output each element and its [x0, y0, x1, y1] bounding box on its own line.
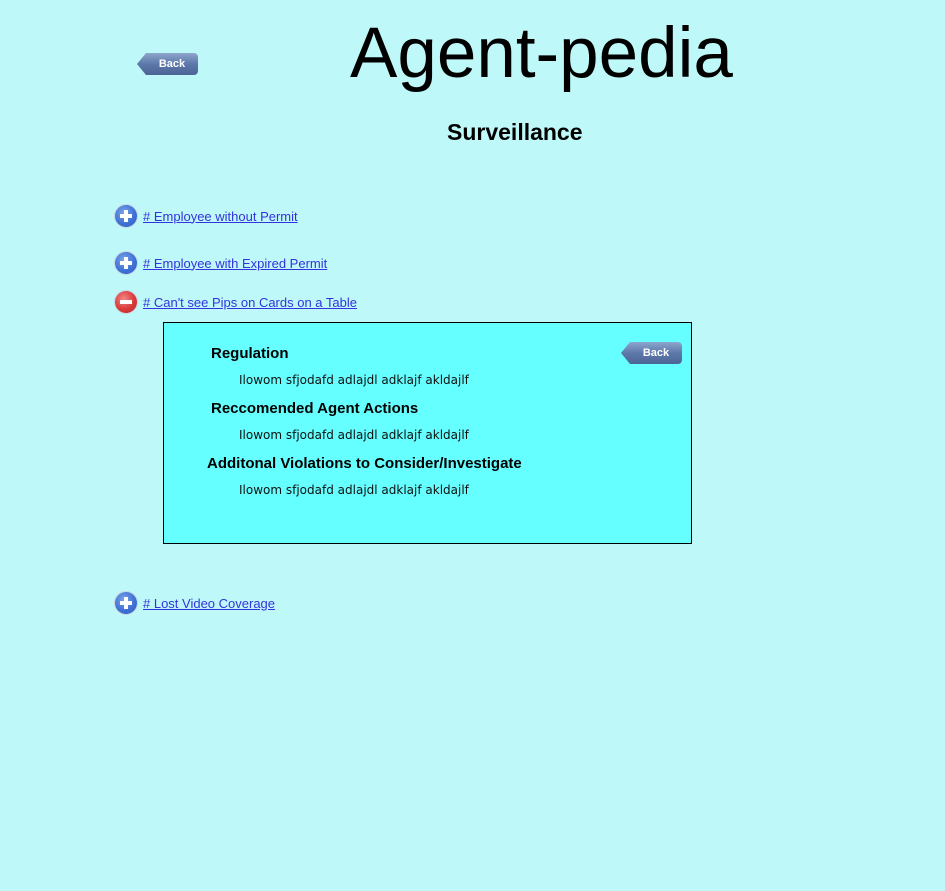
section-body-regulation: Ilowom sfjodafd adlajdl adklajf akldajlf: [239, 373, 469, 387]
topic-link[interactable]: # Employee with Expired Permit: [143, 256, 327, 271]
page-subtitle: Surveillance: [447, 119, 583, 145]
expand-plus-icon[interactable]: [115, 205, 137, 227]
site-title: Agent-pedia: [350, 14, 733, 93]
expand-plus-icon[interactable]: [115, 252, 137, 274]
topic-employee-without-permit[interactable]: # Employee without Permit: [115, 205, 298, 227]
topic-cant-see-pips[interactable]: # Can't see Pips on Cards on a Table: [115, 291, 357, 313]
section-heading-regulation: Regulation: [211, 345, 289, 362]
back-button[interactable]: Back: [137, 53, 198, 75]
topic-employee-expired-permit[interactable]: # Employee with Expired Permit: [115, 252, 327, 274]
topic-link[interactable]: # Lost Video Coverage: [143, 596, 275, 611]
section-heading-agent-actions: Reccomended Agent Actions: [211, 400, 419, 417]
topic-link[interactable]: # Employee without Permit: [143, 209, 298, 224]
panel-back-button[interactable]: Back: [621, 342, 682, 364]
topic-detail-panel: Back Regulation Ilowom sfjodafd adlajdl …: [163, 322, 692, 544]
topic-lost-video-coverage[interactable]: # Lost Video Coverage: [115, 592, 275, 614]
collapse-minus-icon[interactable]: [115, 291, 137, 313]
section-heading-additional-violations: Additonal Violations to Consider/Investi…: [207, 455, 522, 472]
section-body-agent-actions: Ilowom sfjodafd adlajdl adklajf akldajlf: [239, 428, 469, 442]
expand-plus-icon[interactable]: [115, 592, 137, 614]
topic-link[interactable]: # Can't see Pips on Cards on a Table: [143, 295, 357, 310]
section-body-additional-violations: Ilowom sfjodafd adlajdl adklajf akldajlf: [239, 483, 469, 497]
